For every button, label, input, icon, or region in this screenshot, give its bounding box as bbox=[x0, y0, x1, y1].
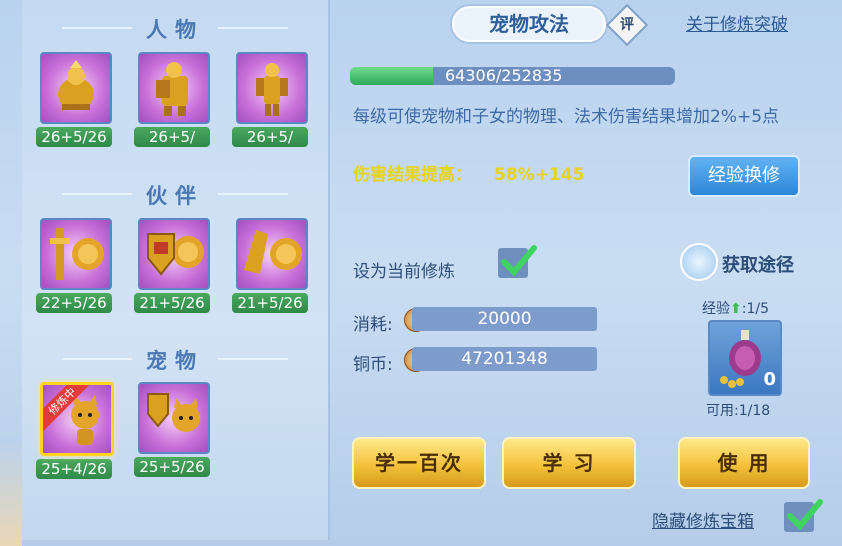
damage-bonus: 伤害结果提高： 58%+145 bbox=[353, 160, 584, 185]
learn-button[interactable]: 学 习 bbox=[502, 437, 636, 489]
section-title-partner: 伙伴 bbox=[22, 180, 328, 210]
damage-bonus-value: 58%+145 bbox=[494, 165, 585, 185]
copper-value: 47201348 bbox=[412, 347, 597, 371]
skill-slot-partner-3[interactable]: 21+5/26 bbox=[232, 218, 308, 313]
skill-level: 25+4/26 bbox=[36, 459, 112, 479]
learn-hundred-button[interactable]: 学一百次 bbox=[352, 437, 486, 489]
lion-sword-icon bbox=[40, 218, 112, 290]
exp-progress-fill bbox=[350, 67, 433, 85]
cat-shield-icon bbox=[138, 382, 210, 454]
skill-level: 21+5/26 bbox=[134, 293, 210, 313]
skill-level: 26+5/ bbox=[232, 127, 308, 147]
skill-slot-character-1[interactable]: 26+5/26 bbox=[36, 52, 112, 147]
section-title-character: 人物 bbox=[22, 14, 328, 44]
checkmark-icon bbox=[787, 499, 823, 531]
obtain-source-icon[interactable] bbox=[680, 243, 718, 281]
skill-level: 26+5/ bbox=[134, 127, 210, 147]
exp-item-quantity: 0 bbox=[763, 369, 776, 390]
skill-slot-character-3[interactable]: 26+5/ bbox=[232, 52, 308, 147]
tab-pet-attack[interactable]: 宠物攻法 bbox=[452, 6, 606, 42]
golden-warrior-seated-icon bbox=[40, 52, 112, 124]
exp-progress-text: 64306/252835 bbox=[445, 67, 563, 85]
exp-item-available: 可用:1/18 bbox=[706, 403, 771, 419]
set-current-checkbox[interactable] bbox=[498, 245, 537, 278]
skill-slot-pet-1[interactable]: 修炼中 25+4/26 bbox=[36, 382, 114, 479]
cost-label: 消耗: bbox=[353, 315, 393, 335]
damage-bonus-label: 伤害结果提高： bbox=[353, 165, 472, 185]
section-title-pet: 宠物 bbox=[22, 345, 328, 375]
obtain-source-label[interactable]: 获取途径 bbox=[722, 251, 794, 277]
skill-slot-partner-2[interactable]: 21+5/26 bbox=[134, 218, 210, 313]
about-breakthrough-link[interactable]: 关于修炼突破 bbox=[686, 10, 788, 35]
set-current-label: 设为当前修炼 bbox=[353, 262, 455, 282]
skill-level: 26+5/26 bbox=[36, 127, 112, 147]
exp-progress-bar: 64306/252835 bbox=[350, 67, 675, 85]
golden-warrior-standing-icon bbox=[236, 52, 308, 124]
skill-category-panel: 人物 26+5/26 26+5/ 26+5/ 伙伴 22+5/26 21+5/2… bbox=[22, 0, 330, 540]
lion-paw-icon bbox=[236, 218, 308, 290]
cost-value: 20000 bbox=[412, 307, 597, 331]
skill-level: 22+5/26 bbox=[36, 293, 112, 313]
cat-attack-icon: 修炼中 bbox=[40, 382, 114, 456]
scroll-decoration bbox=[0, 436, 22, 546]
copper-label: 铜币: bbox=[353, 355, 393, 375]
exp-item-label: 经验⬆:1/5 bbox=[702, 301, 769, 317]
skill-level: 21+5/26 bbox=[232, 293, 308, 313]
exp-item-slot[interactable]: 0 bbox=[708, 320, 782, 396]
exp-exchange-button[interactable]: 经验换修 bbox=[688, 155, 800, 197]
rate-badge[interactable]: 评 bbox=[605, 3, 649, 47]
lion-shield-icon bbox=[138, 218, 210, 290]
skill-slot-character-2[interactable]: 26+5/ bbox=[134, 52, 210, 147]
golden-warrior-shield-icon bbox=[138, 52, 210, 124]
skill-slot-pet-2[interactable]: 25+5/26 bbox=[134, 382, 210, 477]
hide-box-label[interactable]: 隐藏修炼宝箱 bbox=[652, 507, 754, 532]
cultivation-window: 人物 26+5/26 26+5/ 26+5/ 伙伴 22+5/26 21+5/2… bbox=[0, 0, 842, 546]
hide-box-checkbox[interactable] bbox=[784, 499, 823, 532]
use-button[interactable]: 使 用 bbox=[678, 437, 810, 489]
skill-level: 25+5/26 bbox=[134, 457, 210, 477]
skill-description: 每级可使宠物和子女的物理、法术伤害结果增加2%+5点 bbox=[353, 107, 780, 127]
up-arrow-icon: ⬆ bbox=[730, 301, 742, 317]
checkmark-icon bbox=[501, 245, 537, 277]
skill-slot-partner-1[interactable]: 22+5/26 bbox=[36, 218, 112, 313]
